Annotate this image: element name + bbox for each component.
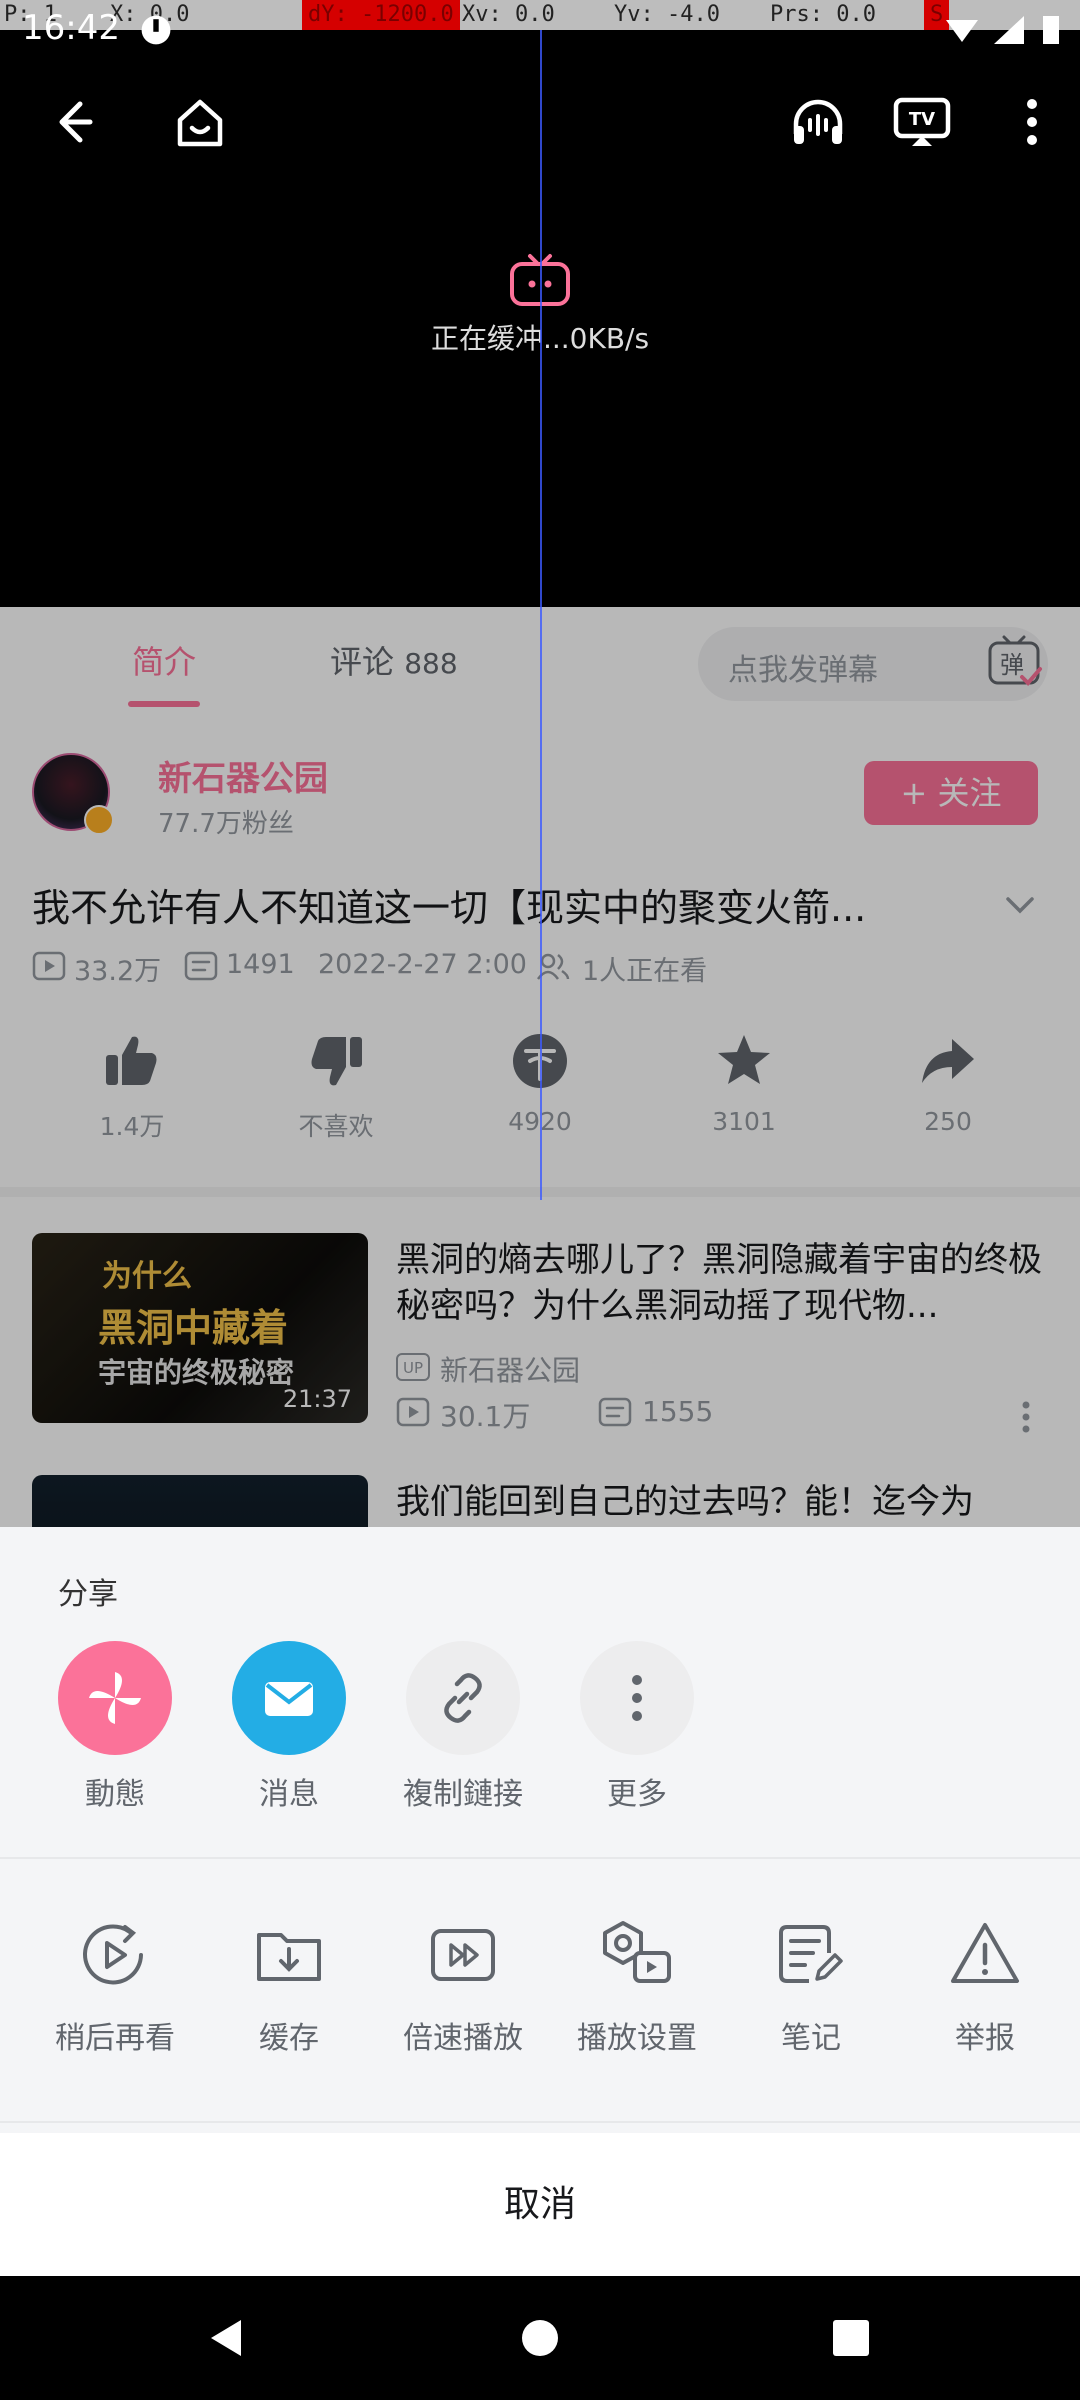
nav-recents-button[interactable] <box>746 2276 956 2400</box>
watch-later-label: 稍后再看 <box>55 2021 175 2056</box>
headphones-icon[interactable] <box>786 90 850 154</box>
share-message-button[interactable]: 消息 <box>202 1641 376 1817</box>
playback-settings-label: 播放设置 <box>577 2021 697 2056</box>
more-vertical-icon[interactable] <box>1000 90 1064 154</box>
report-label: 举报 <box>955 2021 1015 2056</box>
debug-xv: Xv: 0.0 <box>462 2 555 27</box>
cache-label: 缓存 <box>259 2021 319 2056</box>
battery-icon <box>1043 16 1059 44</box>
playback-speed-icon <box>431 1929 495 1981</box>
sheet-divider <box>0 1857 1080 1859</box>
share-dynamic-button[interactable]: 動態 <box>28 1641 202 1817</box>
back-triangle-icon <box>211 2320 241 2356</box>
sheet-title: 分享 <box>58 1577 118 1612</box>
cancel-button[interactable]: 取消 <box>0 2133 1080 2276</box>
more-vertical-icon <box>580 1641 694 1755</box>
watch-later-button[interactable]: 稍后再看 <box>28 1903 202 2077</box>
share-message-label: 消息 <box>259 1777 319 1812</box>
notes-icon <box>779 1925 843 1983</box>
home-icon[interactable] <box>168 90 232 154</box>
share-sheet: 分享 動態 消息 複制鏈接 更多 稍后再看 缓存 倍速播放 播放设置 笔记 举报… <box>0 1527 1080 2276</box>
playback-settings-icon <box>603 1921 671 1983</box>
download-folder-icon <box>257 1933 321 1981</box>
recents-square-icon <box>833 2320 869 2356</box>
share-more-button[interactable]: 更多 <box>550 1641 724 1817</box>
notes-label: 笔记 <box>781 2021 841 2056</box>
pinwheel-icon <box>58 1641 172 1755</box>
share-dynamic-label: 動態 <box>85 1777 145 1812</box>
mail-icon <box>232 1641 346 1755</box>
notes-button[interactable]: 笔记 <box>724 1903 898 2077</box>
system-nav-bar <box>0 2276 1080 2400</box>
report-icon <box>951 1923 1019 1983</box>
home-circle-icon <box>522 2320 558 2356</box>
tv-cast-icon[interactable]: TV <box>890 90 954 154</box>
sync-status-icon <box>141 15 171 45</box>
share-more-label: 更多 <box>607 1777 667 1812</box>
link-icon <box>406 1641 520 1755</box>
debug-prs: Prs: 0.0 <box>770 2 876 27</box>
playback-speed-label: 倍速播放 <box>403 2021 523 2056</box>
wifi-icon <box>946 20 978 42</box>
copy-link-button[interactable]: 複制鏈接 <box>376 1641 550 1817</box>
report-button[interactable]: 举报 <box>898 1903 1072 2077</box>
svg-text:TV: TV <box>909 109 935 130</box>
playback-speed-button[interactable]: 倍速播放 <box>376 1903 550 2077</box>
cache-button[interactable]: 缓存 <box>202 1903 376 2077</box>
nav-home-button[interactable] <box>435 2276 645 2400</box>
playback-settings-button[interactable]: 播放设置 <box>550 1903 724 2077</box>
cell-signal-icon <box>994 16 1024 44</box>
debug-dy: dY: -1200.0 <box>302 0 460 30</box>
clock: 16:42 <box>22 8 120 48</box>
nav-back-button[interactable] <box>122 2276 332 2400</box>
debug-guide-line <box>540 30 542 1200</box>
watch-later-icon <box>83 1924 143 1985</box>
back-arrow-icon[interactable] <box>40 90 104 154</box>
debug-yv: Yv: -4.0 <box>614 2 720 27</box>
sheet-divider <box>0 2121 1080 2123</box>
copy-link-label: 複制鏈接 <box>403 1777 523 1812</box>
